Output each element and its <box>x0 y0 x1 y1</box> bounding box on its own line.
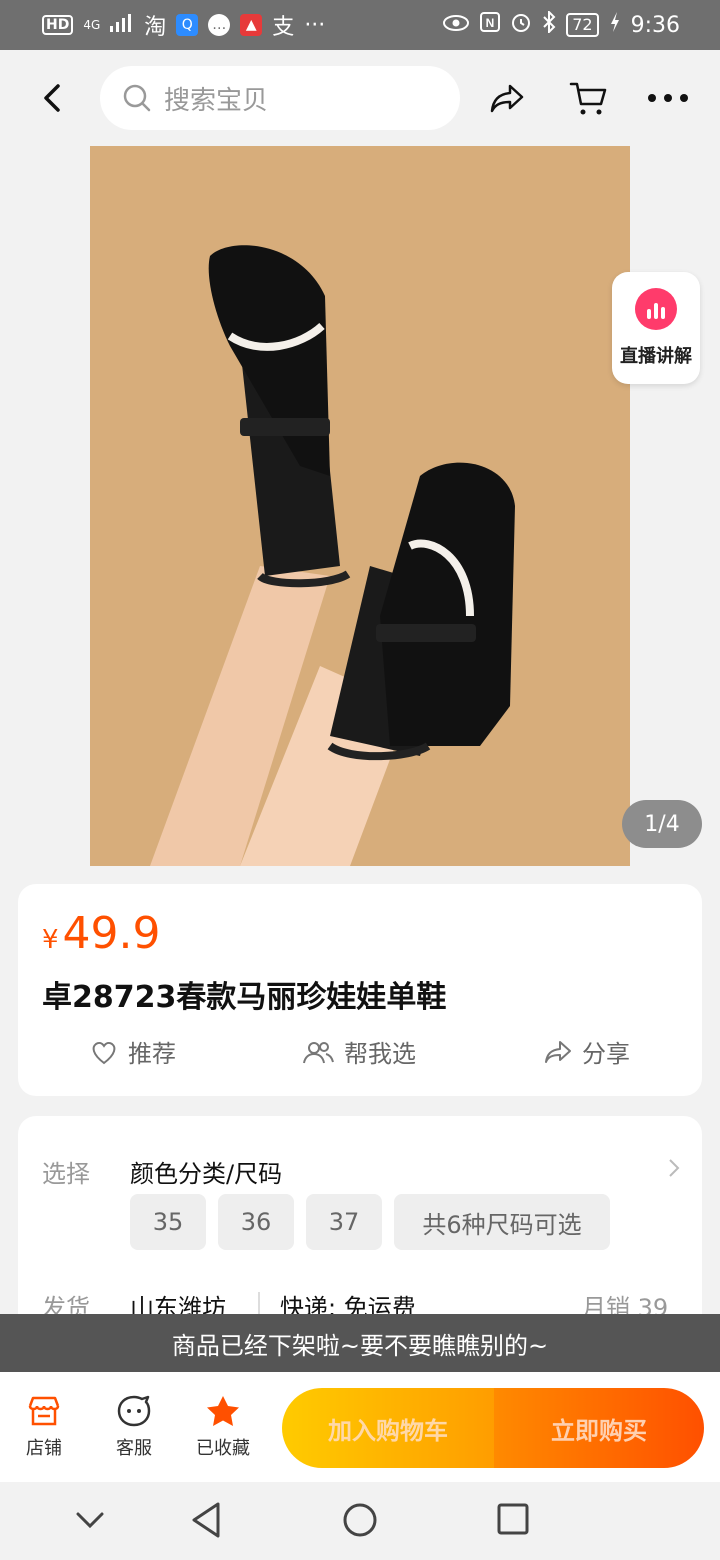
customer-service-button[interactable]: 客服 <box>116 1394 152 1460</box>
svg-text:N: N <box>486 16 495 30</box>
shop-label: 店铺 <box>26 1438 62 1459</box>
shop-icon <box>28 1396 60 1426</box>
heart-icon <box>92 1041 116 1064</box>
shop-button[interactable]: 店铺 <box>26 1394 62 1460</box>
select-value: 颜色分类/尺码 <box>130 1160 283 1188</box>
bottom-action-bar: 店铺 客服 已收藏 加入购物车 立即购买 <box>0 1372 720 1482</box>
service-label: 客服 <box>116 1438 152 1459</box>
live-bars-icon <box>635 288 677 330</box>
options-card[interactable]: 选择 颜色分类/尺码 35 36 37 共6种尺码可选 发货 山东潍坊 快递: … <box>18 1116 702 1326</box>
share-icon[interactable] <box>488 78 528 118</box>
people-icon <box>303 1041 334 1063</box>
taobao-app-icon: 淘 <box>144 15 167 40</box>
delisted-toast: 商品已经下架啦~要不要瞧瞧别的~ <box>0 1314 720 1372</box>
nav-home-icon[interactable] <box>342 1500 378 1544</box>
share-icon <box>545 1040 571 1063</box>
purchase-buttons: 加入购物车 立即购买 <box>282 1388 704 1468</box>
more-notifications-icon: ··· <box>304 12 326 38</box>
bluetooth-icon <box>542 9 556 39</box>
size-chip[interactable]: 37 <box>306 1194 382 1250</box>
nav-collapse-icon[interactable] <box>74 1500 106 1544</box>
charging-icon <box>609 11 621 39</box>
service-icon <box>117 1395 151 1427</box>
currency-symbol: ¥ <box>42 925 59 955</box>
image-pager: 1/4 <box>622 800 702 848</box>
nfc-icon: N <box>480 12 501 38</box>
more-sizes-chip[interactable]: 共6种尺码可选 <box>394 1194 610 1250</box>
search-placeholder: 搜索宝贝 <box>164 85 269 116</box>
eye-icon <box>442 13 470 38</box>
more-icon[interactable] <box>646 78 688 118</box>
status-bar: HD 4G 淘 Q … ▲ 支 ··· N 72 9:36 <box>0 0 720 50</box>
price-value: 49.9 <box>62 908 161 959</box>
alipay-app-icon: 支 <box>272 15 295 40</box>
network-indicator: 4G <box>83 18 101 32</box>
product-info-card: ¥ 49.9 卓28723春款马丽珍娃娃单鞋 推荐 帮我选 分享 <box>18 884 702 1096</box>
divider <box>258 1292 260 1314</box>
search-icon <box>123 84 151 112</box>
help-choose-button[interactable]: 帮我选 <box>302 1034 416 1069</box>
size-chip[interactable]: 36 <box>218 1194 294 1250</box>
recommend-button[interactable]: 推荐 <box>90 1034 176 1069</box>
add-to-cart-button[interactable]: 加入购物车 <box>282 1388 494 1468</box>
product-title: 卓28723春款马丽珍娃娃单鞋 <box>42 980 447 1015</box>
help-choose-label: 帮我选 <box>344 1040 416 1068</box>
back-arrow-icon[interactable] <box>36 80 72 116</box>
nav-recents-icon[interactable] <box>496 1500 532 1544</box>
alarm-icon <box>510 11 532 39</box>
product-image[interactable] <box>90 146 630 866</box>
battery-level: 72 <box>566 13 599 37</box>
hd-indicator: HD <box>42 15 74 35</box>
favorite-label: 已收藏 <box>196 1438 250 1459</box>
star-icon <box>207 1396 239 1426</box>
size-chip[interactable]: 35 <box>130 1194 206 1250</box>
search-app-icon: Q <box>176 14 199 36</box>
top-bar: 搜索宝贝 <box>0 50 720 146</box>
search-input[interactable]: 搜索宝贝 <box>100 66 460 130</box>
share-label: 分享 <box>582 1040 630 1068</box>
app-notification-icon: ▲ <box>240 14 263 36</box>
chat-app-icon: … <box>208 14 231 36</box>
system-nav-bar <box>0 1482 720 1560</box>
share-button[interactable]: 分享 <box>544 1034 630 1069</box>
favorite-button[interactable]: 已收藏 <box>196 1394 250 1460</box>
live-explain-button[interactable]: 直播讲解 <box>612 272 700 384</box>
select-label: 选择 <box>42 1160 90 1188</box>
price: ¥ 49.9 <box>42 908 161 959</box>
live-explain-label: 直播讲解 <box>620 346 692 367</box>
signal-icon <box>110 13 134 38</box>
buy-now-button[interactable]: 立即购买 <box>494 1388 704 1468</box>
chevron-right-icon[interactable] <box>666 1156 682 1184</box>
cart-icon[interactable] <box>568 78 608 118</box>
clock: 9:36 <box>630 12 680 38</box>
action-row: 推荐 帮我选 分享 <box>18 1034 702 1078</box>
nav-back-icon[interactable] <box>188 1500 224 1544</box>
recommend-label: 推荐 <box>128 1040 176 1068</box>
